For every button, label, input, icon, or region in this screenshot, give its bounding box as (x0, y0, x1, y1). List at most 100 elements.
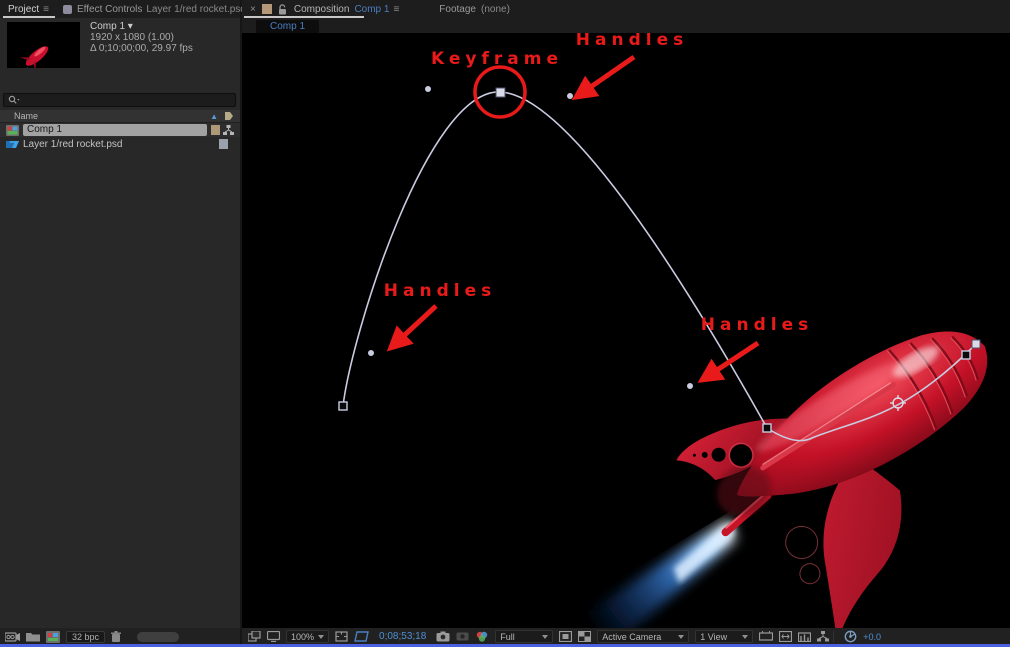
chevron-down-icon[interactable]: ▾ (128, 21, 133, 32)
chevron-down-icon (318, 635, 324, 639)
tab-effect-controls[interactable]: Effect Controls (77, 4, 142, 15)
annotation-handles-top-label: Handles (576, 33, 688, 50)
transparency-grid-icon[interactable] (578, 631, 591, 642)
lock-open-icon[interactable] (278, 4, 287, 15)
panel-menu-icon[interactable]: ≡ (393, 4, 399, 15)
delete-icon[interactable] (111, 631, 121, 643)
arrow-top-handles (582, 57, 634, 93)
fast-previews-icon[interactable] (798, 631, 811, 642)
annotation-handles-right-label: Handles (701, 315, 813, 335)
tab-composition-name[interactable]: Comp 1 (354, 4, 389, 15)
tab-footage[interactable]: Footage (439, 4, 476, 15)
bezier-handle-dots[interactable] (368, 86, 693, 389)
active-tab-underline (3, 16, 55, 18)
annotation-handles-left-label: Handles (384, 281, 496, 301)
app-window: Project ≡ Effect Controls Layer 1/red ro… (0, 0, 1010, 647)
show-snapshot-icon[interactable] (456, 631, 469, 642)
tab-project[interactable]: Project (8, 4, 39, 15)
interpret-footage-icon[interactable] (5, 631, 20, 642)
grid-guides-icon[interactable] (335, 631, 348, 642)
create-composition-icon[interactable] (46, 631, 60, 643)
handle-dot-apex-left[interactable] (425, 86, 431, 92)
resolution-select[interactable]: Full (495, 630, 553, 643)
rocket-flame (578, 518, 757, 628)
psd-footage-icon (6, 139, 19, 150)
project-panel: Project ≡ Effect Controls Layer 1/red ro… (0, 0, 240, 645)
search-icon (8, 95, 20, 105)
search-input[interactable] (3, 93, 236, 107)
handle-dot-apex-right[interactable] (567, 93, 573, 99)
viewport-canvas: Keyframe Handles Handles Handles (242, 33, 1010, 628)
tab-composition[interactable]: Composition (294, 4, 350, 15)
camera-view-value: Active Camera (602, 632, 661, 642)
preview-dimensions: 1920 x 1080 (1.00) (90, 32, 193, 43)
magnification-value: 100% (291, 632, 314, 642)
composition-tabbar: × Composition Comp 1 ≡ Footage (none) (242, 0, 1010, 18)
arrow-right-handles (708, 343, 758, 376)
exposure-value[interactable]: +0.0 (863, 632, 881, 642)
handle-dot-lower-left[interactable] (368, 350, 374, 356)
always-preview-icon[interactable] (248, 631, 261, 642)
magnification-select[interactable]: 100% (286, 630, 329, 643)
arrow-left-handles (396, 306, 436, 343)
roi-icon[interactable] (354, 631, 369, 642)
keyframe-start-point[interactable] (339, 402, 347, 410)
label-color-swatch[interactable] (219, 139, 228, 149)
target-region-icon[interactable] (559, 631, 572, 642)
keyframe-end-point[interactable] (962, 351, 970, 359)
composition-footer-toolbar: 100% 0;08;53;18 (242, 628, 1010, 645)
footage-info: Comp 1 ▾ 1920 x 1080 (1.00) Δ 0;10;00;00… (90, 21, 193, 54)
table-row-comp1[interactable]: Comp 1 (0, 123, 240, 137)
panel-menu-icon[interactable]: ≡ (43, 4, 49, 15)
project-tabbar: Project ≡ Effect Controls Layer 1/red ro… (0, 0, 240, 18)
shared-view-options-icon[interactable] (759, 631, 773, 642)
chevron-down-icon (542, 635, 548, 639)
flowchart-icon[interactable] (817, 631, 829, 642)
preview-duration: Δ 0;10;00;00, 29.97 fps (90, 43, 193, 54)
tab-effect-controls-doc[interactable]: Layer 1/red rocket.psd (146, 4, 246, 15)
sort-ascending-icon[interactable]: ▲ (210, 112, 218, 121)
chevron-down-icon (742, 635, 748, 639)
keyframe-mid-point[interactable] (763, 424, 771, 432)
horizontal-scrollbar[interactable] (137, 632, 179, 642)
show-channels-icon[interactable] (475, 631, 489, 643)
annotation-keyframe-label: Keyframe (431, 49, 563, 69)
list-item-label[interactable]: Layer 1/red rocket.psd (23, 139, 123, 150)
footage-preview-thumbnail[interactable] (7, 22, 80, 68)
list-item-label[interactable]: Comp 1 (23, 124, 207, 136)
preview-comp-name[interactable]: Comp 1 (90, 21, 125, 32)
chevron-down-icon (678, 635, 684, 639)
path-end-handle-square[interactable] (972, 340, 980, 348)
table-row-psd-layer[interactable]: Layer 1/red rocket.psd (0, 137, 240, 151)
close-icon[interactable]: × (250, 4, 256, 15)
adjust-exposure-icon[interactable] (844, 630, 857, 643)
project-list-header[interactable]: Name ▲ (0, 110, 240, 123)
current-time-display[interactable]: 0;08;53;18 (379, 631, 426, 642)
panel-group-icon (262, 4, 272, 14)
pixel-aspect-correction-icon[interactable] (779, 631, 792, 642)
composition-item-icon (6, 125, 19, 136)
composition-viewport[interactable]: Keyframe Handles Handles Handles (242, 33, 1010, 628)
effect-controls-panel-icon (63, 5, 72, 14)
keyframe-apex-point[interactable] (496, 88, 505, 97)
bit-depth-button[interactable]: 32 bpc (66, 631, 105, 643)
view-layout-value: 1 View (700, 632, 727, 642)
toolbar-divider (833, 631, 834, 642)
handle-dot-right[interactable] (687, 383, 693, 389)
red-rocket-layer[interactable] (535, 289, 1010, 628)
viewer-subtab-row: Comp 1 (242, 18, 1010, 33)
composition-panel: × Composition Comp 1 ≡ Footage (none) Co… (242, 0, 1010, 645)
column-name-header[interactable]: Name (14, 111, 38, 121)
label-color-column-icon[interactable] (224, 111, 234, 121)
label-color-swatch[interactable] (211, 125, 220, 135)
tab-footage-none: (none) (481, 4, 510, 15)
snapshot-icon[interactable] (436, 631, 450, 642)
create-folder-icon[interactable] (26, 631, 40, 642)
mini-rocket-thumbnail (7, 22, 80, 68)
composition-usage-icon (223, 125, 234, 136)
tab-comp1-viewer[interactable]: Comp 1 (256, 20, 319, 33)
view-layout-select[interactable]: 1 View (695, 630, 753, 643)
resolution-value: Full (500, 632, 515, 642)
active-camera-select[interactable]: Active Camera (597, 630, 689, 643)
primary-viewer-icon[interactable] (267, 631, 280, 642)
